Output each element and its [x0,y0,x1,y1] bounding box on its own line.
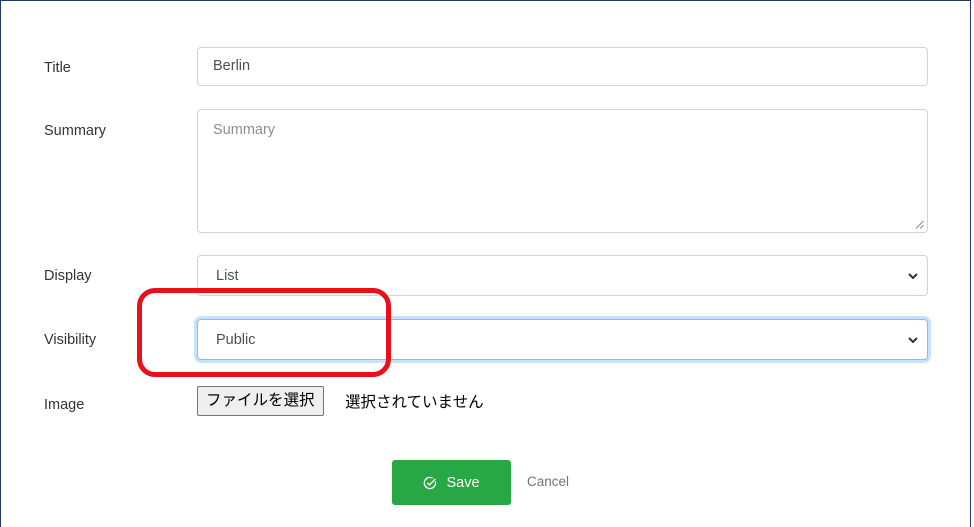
file-status-text: 選択されていません [345,394,484,411]
chevron-down-icon [908,337,918,344]
image-label: Image [44,397,85,413]
title-label: Title [44,60,71,76]
summary-label: Summary [44,123,107,139]
cancel-link[interactable]: Cancel [527,474,569,489]
visibility-label: Visibility [44,332,97,348]
display-select-value: List [216,268,239,284]
chevron-down-icon [908,273,918,280]
resize-grip-icon[interactable] [915,220,924,229]
title-input[interactable]: Berlin [197,47,928,86]
check-circle-icon [423,476,437,490]
save-button[interactable]: Save [392,460,511,505]
form-panel: Title Berlin Summary Summary Display Lis… [0,0,971,527]
highlight-annotation [137,288,391,377]
choose-file-button[interactable]: ファイルを選択 [197,386,324,416]
summary-placeholder: Summary [213,122,276,138]
display-label: Display [44,268,92,284]
summary-textarea[interactable]: Summary [197,109,928,233]
save-button-label: Save [446,474,480,491]
title-input-value: Berlin [213,58,251,74]
